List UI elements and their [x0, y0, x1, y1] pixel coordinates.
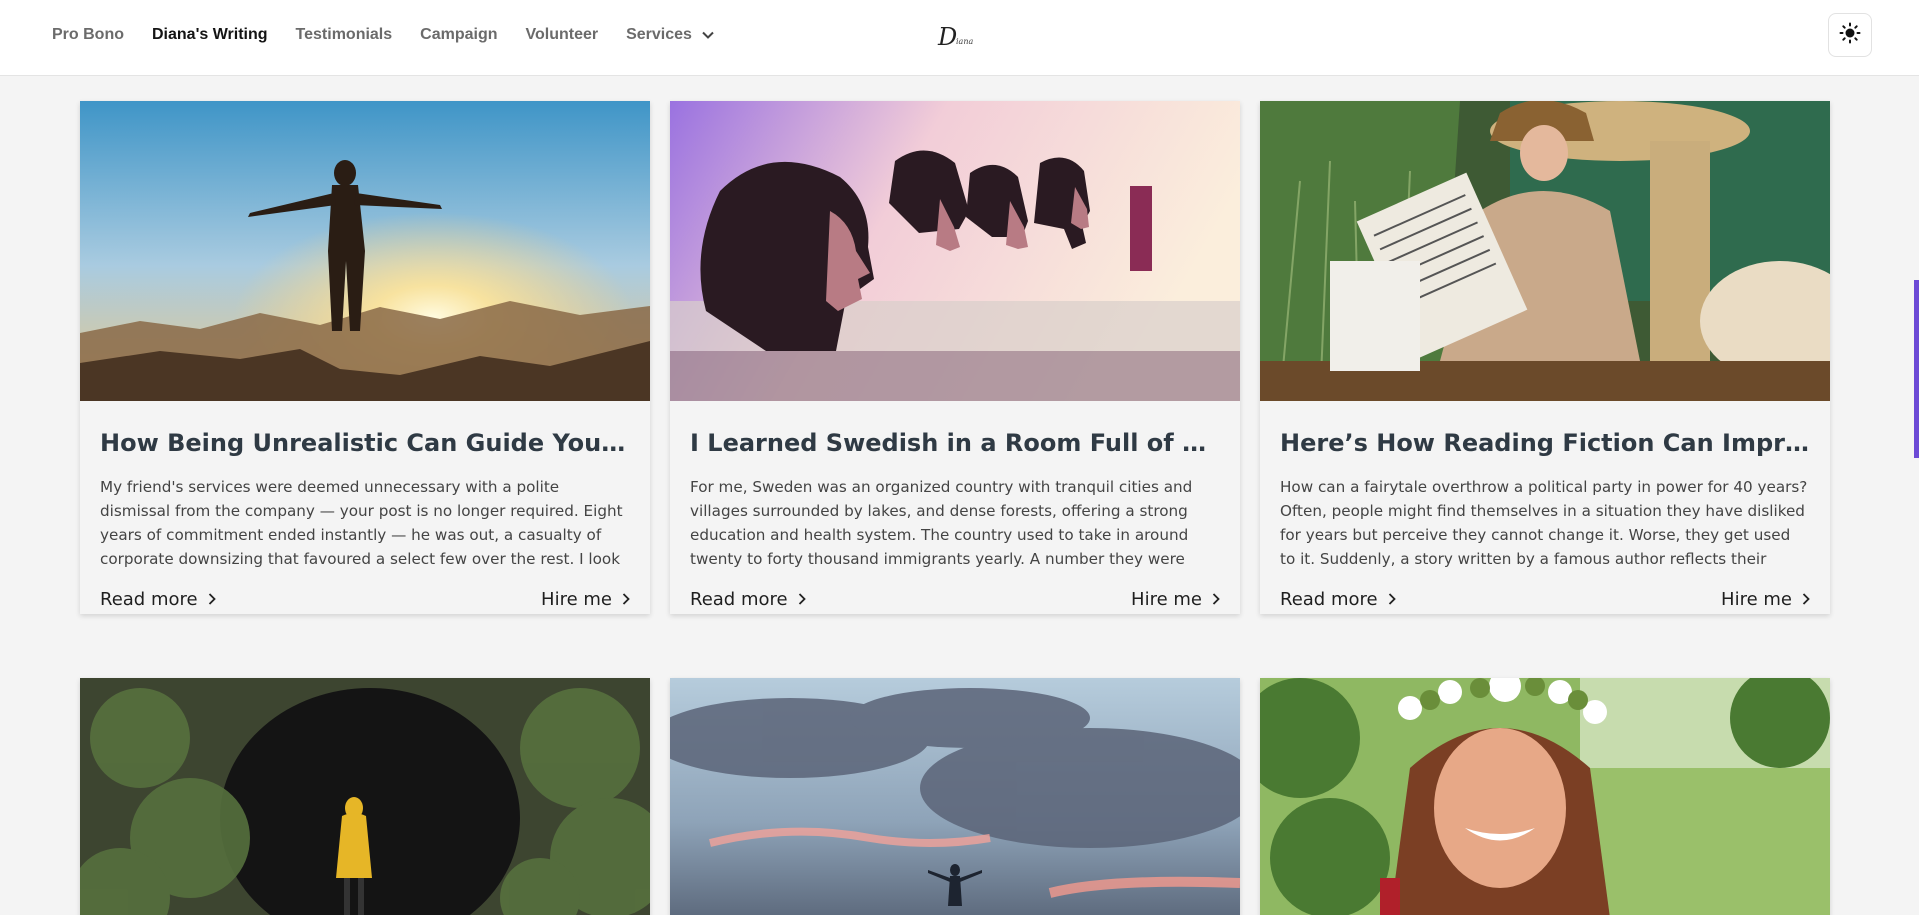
read-more-label: Read more [100, 588, 198, 610]
logo-subtext: iana [956, 37, 974, 46]
nav-item-services[interactable]: Services [626, 26, 714, 44]
nav-item-volunteer[interactable]: Volunteer [526, 26, 599, 44]
chevron-right-icon [622, 593, 630, 605]
card-title[interactable]: I Learned Swedish in a Room Full of Refu… [690, 427, 1220, 459]
hire-me-link[interactable]: Hire me [1131, 589, 1220, 610]
nav-item-dianas-writing[interactable]: Diana's Writing [152, 26, 268, 44]
blog-card: Here’s How Reading Fiction Can Improve Y… [1260, 101, 1830, 614]
chevron-down-icon[interactable] [702, 31, 714, 39]
read-more-label: Read more [1280, 588, 1378, 610]
nav-item-testimonials[interactable]: Testimonials [296, 26, 393, 44]
nav-item-label: Diana's Writing [152, 26, 268, 43]
card-image[interactable] [80, 101, 650, 401]
read-more-label: Read more [690, 588, 788, 610]
theme-toggle-button[interactable] [1828, 13, 1872, 57]
nav-item-campaign[interactable]: Campaign [420, 26, 497, 44]
nav-item-label: Campaign [420, 26, 498, 43]
card-excerpt: My friend's services were deemed unneces… [100, 478, 623, 568]
nav-item-label: Volunteer [525, 26, 599, 43]
card-image[interactable] [80, 678, 650, 915]
chevron-right-icon [1388, 593, 1396, 605]
logo-letter: D [938, 23, 958, 51]
site-header: Pro Bono Diana's Writing Testimonials Ca… [0, 0, 1919, 76]
hire-me-link[interactable]: Hire me [1721, 589, 1810, 610]
hire-me-label: Hire me [1721, 588, 1792, 610]
site-logo[interactable]: D iana [938, 22, 974, 52]
chevron-right-icon [798, 593, 806, 605]
read-more-link[interactable]: Read more [690, 589, 806, 610]
sun-icon [1839, 22, 1861, 49]
nav-item-label: Testimonials [295, 26, 393, 43]
main-nav: Pro Bono Diana's Writing Testimonials Ca… [52, 0, 742, 70]
nav-item-label: Pro Bono [52, 26, 124, 43]
card-title[interactable]: How Being Unrealistic Can Guide You Thro… [100, 427, 630, 459]
chevron-right-icon [1212, 593, 1220, 605]
card-image[interactable] [670, 101, 1240, 401]
card-title[interactable]: Here’s How Reading Fiction Can Improve Y… [1280, 427, 1810, 459]
hire-me-label: Hire me [541, 588, 612, 610]
read-more-link[interactable]: Read more [1280, 589, 1396, 610]
blog-card: I Learned Swedish in a Room Full of Refu… [670, 101, 1240, 614]
card-image[interactable] [670, 678, 1240, 915]
nav-item-pro-bono[interactable]: Pro Bono [52, 26, 124, 44]
blog-card [670, 678, 1240, 915]
card-image[interactable] [1260, 678, 1830, 915]
chevron-right-icon [1802, 593, 1810, 605]
card-excerpt: How can a fairytale overthrow a politica… [1280, 478, 1808, 568]
chevron-right-icon [208, 593, 216, 605]
blog-card [80, 678, 650, 915]
card-excerpt: For me, Sweden was an organized country … [690, 478, 1193, 568]
blog-card: How Being Unrealistic Can Guide You Thro… [80, 101, 650, 614]
card-image[interactable] [1260, 101, 1830, 401]
read-more-link[interactable]: Read more [100, 589, 216, 610]
nav-item-label: Services [626, 26, 692, 43]
scroll-indicator[interactable] [1914, 280, 1919, 458]
blog-card [1260, 678, 1830, 915]
hire-me-label: Hire me [1131, 588, 1202, 610]
hire-me-link[interactable]: Hire me [541, 589, 630, 610]
